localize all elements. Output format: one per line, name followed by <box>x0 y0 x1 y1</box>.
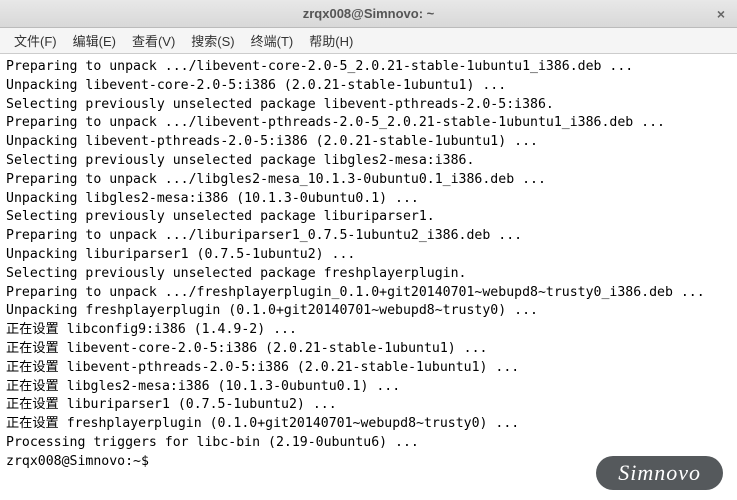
menu-file[interactable]: 文件(F) <box>6 27 65 54</box>
menu-help[interactable]: 帮助(H) <box>301 27 361 54</box>
menu-view[interactable]: 查看(V) <box>124 27 183 54</box>
menu-search[interactable]: 搜索(S) <box>183 27 242 54</box>
terminal-output[interactable]: Preparing to unpack .../libevent-core-2.… <box>0 54 737 500</box>
menu-bar: 文件(F) 编辑(E) 查看(V) 搜索(S) 终端(T) 帮助(H) <box>0 28 737 54</box>
close-icon[interactable]: × <box>713 6 729 22</box>
menu-terminal[interactable]: 终端(T) <box>243 27 302 54</box>
menu-edit[interactable]: 编辑(E) <box>65 27 124 54</box>
window-titlebar: zrqx008@Simnovo: ~ × <box>0 0 737 28</box>
watermark-badge: Simnovo <box>596 456 723 490</box>
window-title: zrqx008@Simnovo: ~ <box>303 6 435 21</box>
